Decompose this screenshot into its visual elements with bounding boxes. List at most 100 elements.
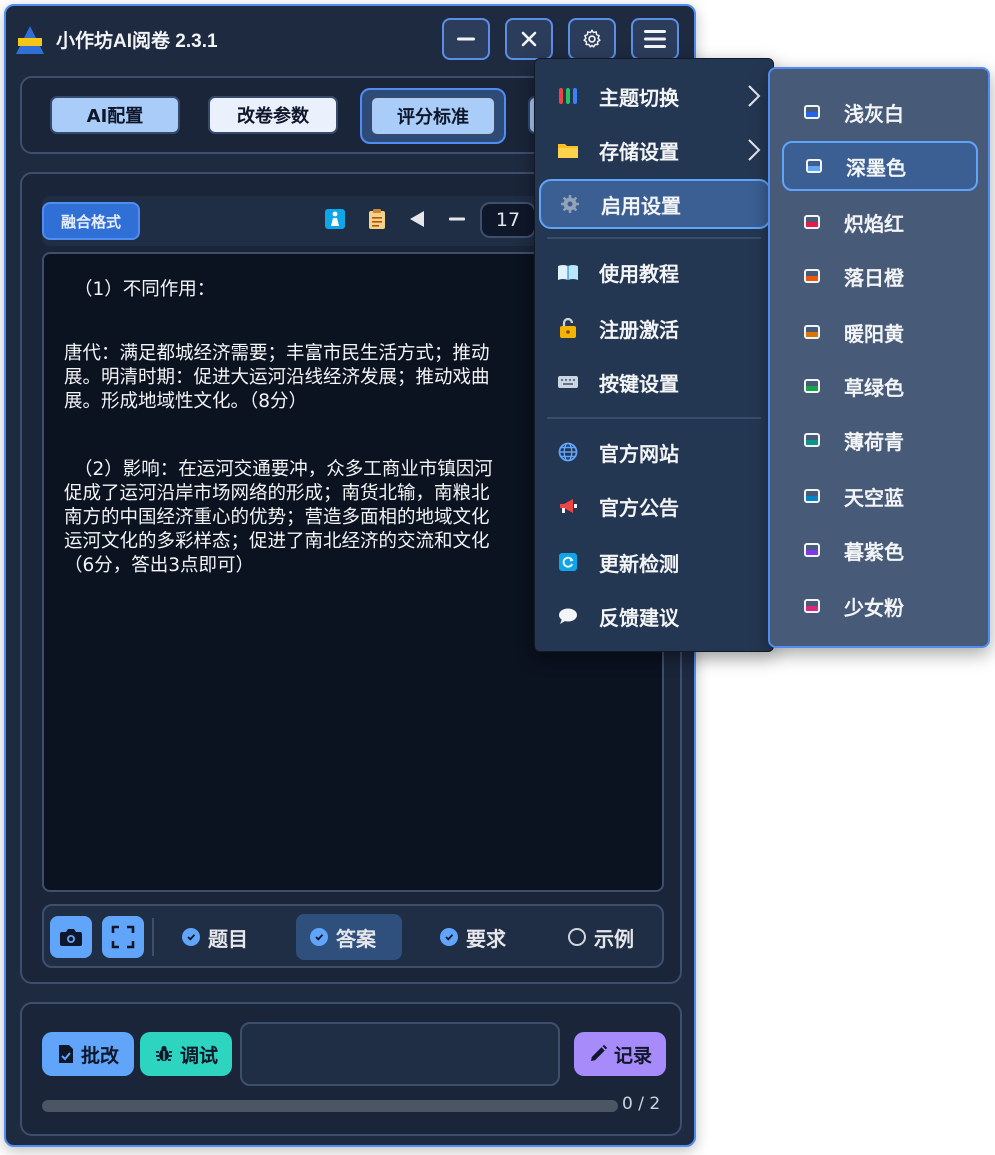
tab-criteria-frame: 评分标准 (360, 88, 506, 144)
bug-icon (155, 1045, 172, 1061)
menu-item-label: 官方公告 (599, 495, 679, 520)
check-icon (440, 928, 458, 946)
merge-format-button[interactable]: 融合格式 (42, 202, 140, 240)
menu-separator (547, 417, 761, 419)
menu-item-theme[interactable]: 主题切换 (539, 71, 771, 121)
theme-swatch-icon (804, 105, 820, 119)
refresh-icon (557, 551, 579, 573)
grade-button[interactable]: 批改 (42, 1032, 134, 1076)
minus-icon (457, 37, 475, 41)
document-check-icon (58, 1045, 73, 1063)
theme-swatch-icon (806, 159, 822, 173)
tab-ai-config[interactable]: AI配置 (50, 96, 180, 134)
tab-scoring-criteria[interactable]: 评分标准 (370, 96, 496, 136)
progress-bar (42, 1100, 618, 1112)
source-options-bar: 题目 答案 要求 示例 (42, 904, 664, 968)
option-example[interactable]: 示例 (554, 914, 648, 960)
radio-empty-icon (568, 928, 586, 946)
menu-item-storage[interactable]: 存储设置 (539, 125, 771, 175)
theme-item-grass-green[interactable]: 草绿色 (782, 361, 978, 411)
folder-icon (557, 139, 579, 161)
theme-swatch-icon (804, 215, 820, 229)
option-requirement[interactable]: 要求 (426, 914, 520, 960)
theme-label: 落日橙 (844, 265, 904, 290)
theme-item-girl-pink[interactable]: 少女粉 (782, 581, 978, 631)
debug-label: 调试 (179, 1044, 218, 1067)
book-icon (557, 261, 579, 283)
theme-item-dark-ink[interactable]: 深墨色 (782, 141, 978, 191)
fullscreen-icon (111, 925, 135, 949)
camera-button[interactable] (50, 916, 92, 958)
theme-swatch-icon (804, 489, 820, 503)
theme-label: 草绿色 (844, 375, 904, 400)
menu-item-label: 更新检测 (599, 551, 679, 576)
person-icon[interactable] (322, 206, 348, 232)
menu-item-keys[interactable]: 按键设置 (539, 357, 771, 407)
prev-page-icon[interactable] (404, 206, 430, 232)
menu-item-feedback[interactable]: 反馈建议 (539, 591, 771, 641)
hamburger-icon (644, 30, 666, 48)
theme-label: 薄荷青 (844, 429, 904, 454)
globe-icon (557, 441, 579, 463)
option-answer[interactable]: 答案 (296, 914, 402, 960)
menu-separator (547, 237, 761, 239)
menu-item-announcement[interactable]: 官方公告 (539, 481, 771, 531)
menu-button[interactable] (631, 18, 679, 60)
grade-label: 批改 (80, 1044, 119, 1067)
theme-swatch-icon (804, 379, 820, 393)
record-label: 记录 (613, 1044, 652, 1067)
theme-label: 炽焰红 (844, 211, 904, 236)
note-input[interactable] (240, 1022, 560, 1086)
fullscreen-button[interactable] (102, 916, 144, 958)
page-number-field[interactable]: 17 (480, 202, 536, 238)
theme-item-light-gray[interactable]: 浅灰白 (782, 87, 978, 137)
app-title: 小作坊AI阅卷 2.3.1 (56, 31, 218, 52)
tab-grading-params[interactable]: 改卷参数 (208, 96, 338, 134)
debug-button[interactable]: 调试 (140, 1032, 232, 1076)
theme-swatch-icon (804, 543, 820, 557)
clipboard-icon[interactable] (364, 206, 390, 232)
menu-item-label: 官方网站 (599, 441, 679, 466)
action-panel: 批改 调试 记录 0 / 2 (20, 1002, 682, 1136)
theme-label: 浅灰白 (844, 101, 904, 126)
theme-label: 暖阳黄 (844, 321, 904, 346)
check-icon (310, 928, 328, 946)
theme-swatch-icon (804, 325, 820, 339)
option-label: 题目 (208, 926, 248, 951)
theme-item-sunset-orange[interactable]: 落日橙 (782, 251, 978, 301)
theme-submenu: 浅灰白 深墨色 炽焰红 落日橙 暖阳黄 草绿色 薄荷青 天空蓝 暮紫色 少女粉 (768, 67, 990, 648)
theme-item-flame-red[interactable]: 炽焰红 (782, 197, 978, 247)
menu-item-register[interactable]: 注册激活 (539, 303, 771, 353)
zoom-out-icon[interactable] (444, 206, 470, 232)
record-button[interactable]: 记录 (574, 1032, 666, 1076)
option-label: 示例 (594, 926, 634, 951)
close-icon (521, 31, 537, 47)
theme-item-dusk-purple[interactable]: 暮紫色 (782, 525, 978, 575)
menu-item-update-check[interactable]: 更新检测 (539, 537, 771, 587)
theme-label: 天空蓝 (844, 485, 904, 510)
pencil-icon (590, 1044, 608, 1061)
theme-label: 少女粉 (844, 595, 904, 620)
theme-item-warm-yellow[interactable]: 暖阳黄 (782, 307, 978, 357)
option-label: 答案 (336, 926, 376, 951)
theme-swatch-icon (804, 433, 820, 447)
camera-icon (60, 929, 82, 946)
menu-item-label: 启用设置 (601, 193, 681, 218)
theme-label: 暮紫色 (844, 539, 904, 564)
theme-item-sky-blue[interactable]: 天空蓝 (782, 471, 978, 521)
menu-item-label: 注册激活 (599, 317, 679, 342)
option-label: 要求 (466, 926, 506, 951)
option-question[interactable]: 题目 (168, 914, 262, 960)
menu-item-website[interactable]: 官方网站 (539, 427, 771, 477)
minimize-button[interactable] (442, 18, 490, 60)
menu-item-tutorial[interactable]: 使用教程 (539, 247, 771, 297)
chevron-right-icon (748, 139, 761, 161)
check-icon (182, 928, 200, 946)
megaphone-icon (557, 495, 579, 517)
settings-button[interactable] (568, 18, 616, 60)
main-dropdown-menu: 主题切换 存储设置 启用设置 使用教程 注册激活 按键设置 官方网站 官方公告 … (534, 58, 774, 652)
theme-item-mint-cyan[interactable]: 薄荷青 (782, 415, 978, 465)
close-button[interactable] (505, 18, 553, 60)
theme-swatch-icon (804, 599, 820, 613)
menu-item-enable-settings[interactable]: 启用设置 (539, 179, 771, 229)
